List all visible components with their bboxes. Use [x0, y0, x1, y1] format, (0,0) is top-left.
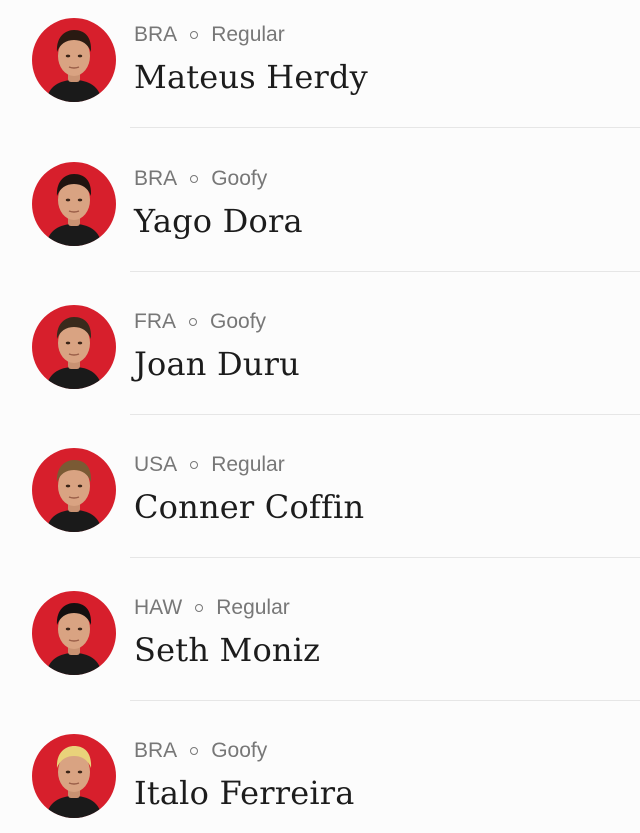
country-code: HAW [134, 596, 183, 619]
stance-label: Goofy [210, 310, 267, 333]
surfer-list: BRA Regular Mateus Herdy BRA Goofy Yago … [0, 0, 640, 833]
surfer-avatar [32, 18, 116, 102]
surfer-row[interactable]: HAW Regular Seth Moniz [0, 558, 640, 701]
stance-label: Regular [211, 23, 285, 46]
surfer-row[interactable]: BRA Regular Mateus Herdy [0, 0, 640, 128]
surfer-portrait-icon [46, 174, 102, 246]
surfer-name: Seth Moniz [134, 631, 321, 669]
surfer-meta: USA Regular [134, 453, 285, 477]
separator-dot-icon [195, 604, 204, 612]
row-divider [130, 127, 640, 128]
surfer-portrait-icon [46, 460, 102, 532]
stance-label: Goofy [211, 167, 268, 190]
surfer-avatar [32, 591, 116, 675]
surfer-row[interactable]: FRA Goofy Joan Duru [0, 272, 640, 415]
surfer-portrait-icon [46, 746, 102, 818]
surfer-name: Italo Ferreira [134, 774, 355, 812]
surfer-avatar [32, 734, 116, 818]
surfer-avatar [32, 162, 116, 246]
stance-label: Regular [216, 596, 290, 619]
surfer-meta: BRA Goofy [134, 739, 267, 763]
country-code: FRA [134, 310, 176, 333]
separator-dot-icon [189, 318, 197, 326]
surfer-name: Yago Dora [134, 202, 303, 240]
stance-label: Goofy [211, 739, 268, 762]
country-code: BRA [134, 167, 178, 190]
separator-dot-icon [190, 31, 199, 39]
surfer-meta: HAW Regular [134, 596, 290, 620]
surfer-avatar [32, 305, 116, 389]
surfer-portrait-icon [46, 317, 102, 389]
surfer-name: Conner Coffin [134, 488, 365, 526]
separator-dot-icon [190, 747, 199, 755]
surfer-row[interactable]: USA Regular Conner Coffin [0, 415, 640, 558]
separator-dot-icon [190, 461, 199, 469]
country-code: BRA [134, 23, 178, 46]
country-code: USA [134, 453, 178, 476]
surfer-name: Joan Duru [134, 345, 300, 383]
surfer-row[interactable]: BRA Goofy Italo Ferreira [0, 701, 640, 833]
surfer-portrait-icon [46, 603, 102, 675]
surfer-meta: BRA Regular [134, 23, 285, 47]
country-code: BRA [134, 739, 178, 762]
separator-dot-icon [190, 175, 199, 183]
surfer-name: Mateus Herdy [134, 58, 368, 96]
surfer-meta: BRA Goofy [134, 167, 267, 191]
surfer-meta: FRA Goofy [134, 310, 266, 334]
surfer-row[interactable]: BRA Goofy Yago Dora [0, 129, 640, 272]
surfer-avatar [32, 448, 116, 532]
stance-label: Regular [211, 453, 285, 476]
surfer-portrait-icon [46, 30, 102, 102]
